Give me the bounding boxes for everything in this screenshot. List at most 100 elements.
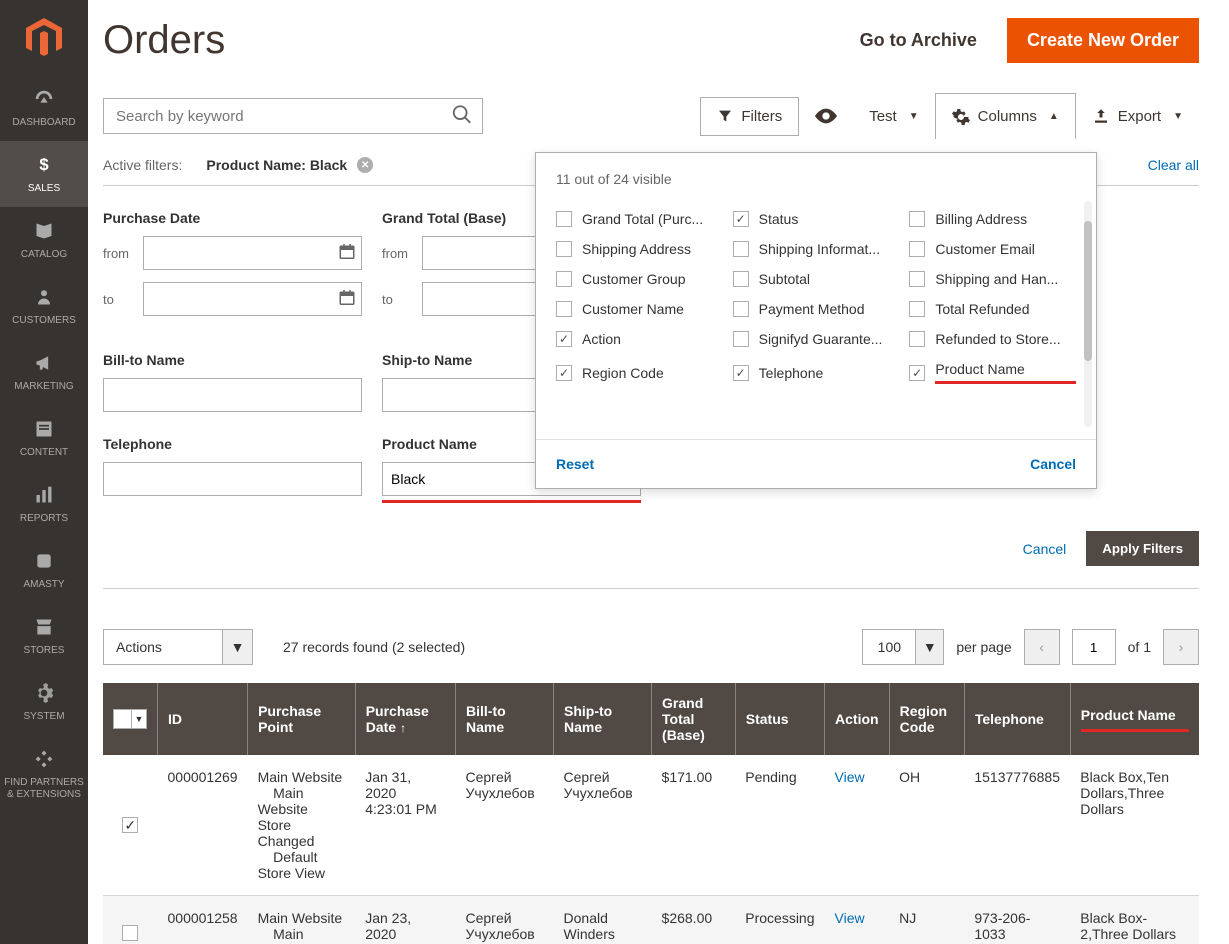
col-bill-to-name[interactable]: Bill-to Name: [456, 683, 554, 755]
checkbox[interactable]: [556, 241, 572, 257]
checkbox[interactable]: [909, 301, 925, 317]
checkbox[interactable]: [909, 271, 925, 287]
checkbox[interactable]: [733, 365, 749, 381]
checkbox[interactable]: [909, 241, 925, 257]
columns-button[interactable]: Columns ▲: [935, 93, 1076, 139]
actions-dropdown[interactable]: Actions ▼: [103, 629, 253, 665]
column-option[interactable]: Total Refunded: [909, 301, 1076, 317]
search-input[interactable]: [103, 98, 483, 134]
view-link[interactable]: View: [835, 769, 865, 785]
col-status[interactable]: Status: [735, 683, 824, 755]
filters-button[interactable]: Filters: [700, 97, 799, 136]
checkbox[interactable]: [556, 301, 572, 317]
row-checkbox[interactable]: [122, 925, 138, 941]
column-option[interactable]: Product Name: [909, 361, 1076, 384]
checkbox[interactable]: [556, 271, 572, 287]
col-region-code[interactable]: Region Code: [889, 683, 964, 755]
checkbox[interactable]: [733, 331, 749, 347]
checkbox[interactable]: [556, 331, 572, 347]
checkbox[interactable]: [909, 331, 925, 347]
checkbox[interactable]: [909, 365, 925, 381]
scrollbar-thumb[interactable]: [1084, 221, 1092, 361]
field-label: Telephone: [103, 436, 362, 452]
col-grand-total-base[interactable]: Grand Total (Base): [652, 683, 736, 755]
table-row[interactable]: ✓000001269Main Website Main Website Stor…: [103, 755, 1199, 896]
column-option[interactable]: Refunded to Store...: [909, 331, 1076, 347]
nav-stores[interactable]: STORES: [0, 603, 88, 669]
column-option[interactable]: Grand Total (Purc...: [556, 211, 723, 227]
chevron-down-icon[interactable]: ▼: [223, 629, 253, 665]
telephone-input[interactable]: [103, 462, 362, 496]
cell-purchase-date: Jan 31, 2020 4:23:01 PM: [355, 755, 455, 896]
nav-reports[interactable]: REPORTS: [0, 471, 88, 537]
checkbox[interactable]: [733, 271, 749, 287]
checkbox[interactable]: [556, 365, 572, 381]
column-option[interactable]: Shipping Informat...: [733, 241, 900, 257]
col-ship-to-name[interactable]: Ship-to Name: [554, 683, 652, 755]
nav-dashboard[interactable]: DASHBOARD: [0, 75, 88, 141]
nav-content[interactable]: CONTENT: [0, 405, 88, 471]
column-option-label: Shipping and Han...: [935, 271, 1058, 287]
col-telephone[interactable]: Telephone: [964, 683, 1070, 755]
column-option[interactable]: Subtotal: [733, 271, 900, 287]
column-option[interactable]: Action: [556, 331, 723, 347]
apply-filters-button[interactable]: Apply Filters: [1086, 531, 1199, 566]
row-checkbox[interactable]: ✓: [122, 817, 138, 833]
main-content: Orders Go to Archive Create New Order: [88, 0, 1229, 944]
column-option[interactable]: Customer Email: [909, 241, 1076, 257]
views-button[interactable]: [799, 98, 853, 134]
column-option[interactable]: Payment Method: [733, 301, 900, 317]
view-link[interactable]: View: [835, 910, 865, 926]
column-option[interactable]: Shipping and Han...: [909, 271, 1076, 287]
col-product-name[interactable]: Product Name: [1070, 683, 1199, 755]
cell-ship-to-name: Сергей Учухлебов: [554, 755, 652, 896]
checkbox[interactable]: [733, 211, 749, 227]
checkbox[interactable]: [556, 211, 572, 227]
nav-marketing[interactable]: MARKETING: [0, 339, 88, 405]
clear-all-link[interactable]: Clear all: [1148, 157, 1199, 173]
export-button[interactable]: Export ▼: [1076, 97, 1199, 135]
calendar-icon[interactable]: [338, 243, 356, 264]
per-page-select[interactable]: 100 ▼: [862, 629, 944, 665]
next-page-button[interactable]: ›: [1163, 629, 1199, 665]
go-to-archive-link[interactable]: Go to Archive: [860, 30, 977, 51]
page-input[interactable]: [1072, 629, 1116, 665]
checkbox[interactable]: [733, 241, 749, 257]
nav-catalog[interactable]: CATALOG: [0, 207, 88, 273]
col-id[interactable]: ID: [158, 683, 248, 755]
search-icon[interactable]: [451, 104, 473, 129]
chevron-down-icon[interactable]: ▼: [916, 629, 944, 665]
col-purchase-date[interactable]: Purchase Date↑: [355, 683, 455, 755]
prev-page-button[interactable]: ‹: [1024, 629, 1060, 665]
nav-partners[interactable]: FIND PARTNERS & EXTENSIONS: [0, 735, 88, 813]
magento-logo[interactable]: [0, 0, 88, 75]
table-row[interactable]: 000001258Main Website MainJan 23, 2020 4…: [103, 896, 1199, 944]
calendar-icon[interactable]: [338, 289, 356, 310]
column-option[interactable]: Billing Address: [909, 211, 1076, 227]
col-purchase-point[interactable]: Purchase Point: [248, 683, 356, 755]
column-option[interactable]: Telephone: [733, 361, 900, 384]
nav-system[interactable]: SYSTEM: [0, 669, 88, 735]
nav-amasty[interactable]: AMASTY: [0, 537, 88, 603]
columns-reset-link[interactable]: Reset: [556, 456, 594, 472]
nav-customers[interactable]: CUSTOMERS: [0, 273, 88, 339]
column-option[interactable]: Shipping Address: [556, 241, 723, 257]
checkbox[interactable]: [733, 301, 749, 317]
remove-filter-icon[interactable]: ✕: [357, 157, 373, 173]
column-option[interactable]: Signifyd Guarante...: [733, 331, 900, 347]
select-all-checkbox[interactable]: −▼: [113, 709, 147, 729]
columns-cancel-link[interactable]: Cancel: [1030, 456, 1076, 472]
col-action[interactable]: Action: [825, 683, 890, 755]
purchase-date-from-input[interactable]: [143, 236, 362, 270]
nav-sales[interactable]: $ SALES: [0, 141, 88, 207]
create-new-order-button[interactable]: Create New Order: [1007, 18, 1199, 63]
column-option[interactable]: Status: [733, 211, 900, 227]
column-option[interactable]: Region Code: [556, 361, 723, 384]
column-option[interactable]: Customer Name: [556, 301, 723, 317]
checkbox[interactable]: [909, 211, 925, 227]
purchase-date-to-input[interactable]: [143, 282, 362, 316]
bill-to-name-input[interactable]: [103, 378, 362, 412]
column-option[interactable]: Customer Group: [556, 271, 723, 287]
filter-cancel-link[interactable]: Cancel: [1023, 541, 1067, 557]
test-dropdown[interactable]: Test ▼: [853, 98, 934, 135]
